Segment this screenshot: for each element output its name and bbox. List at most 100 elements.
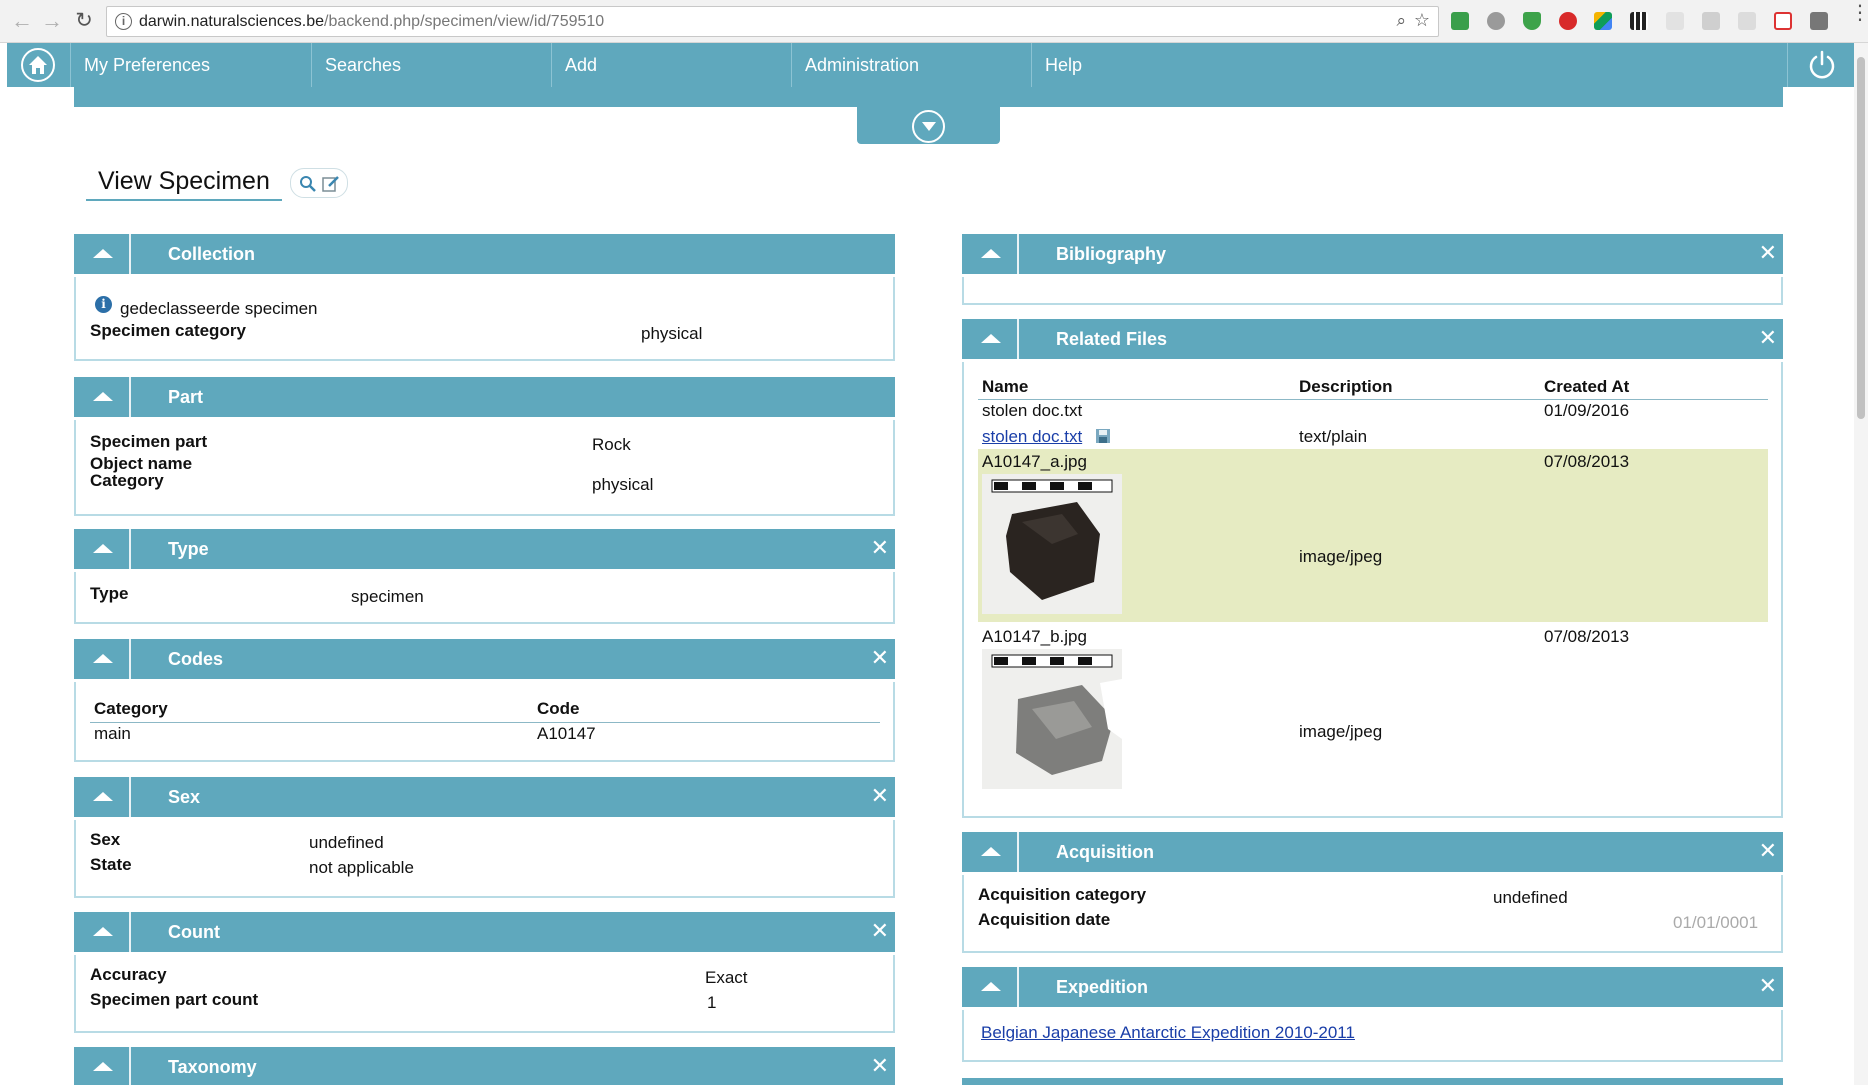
main-navigation: My Preferences Searches Add Administrati…	[7, 43, 1855, 87]
comment-icon[interactable]	[1702, 12, 1720, 30]
type-widget: Type ✕ Type specimen	[74, 529, 895, 624]
widget-title: Sex	[168, 787, 201, 807]
widget-title: Related Files	[1056, 329, 1168, 349]
type-widget-body: Type specimen	[74, 572, 895, 624]
part-count-label: Specimen part count	[90, 990, 259, 1009]
drive-icon[interactable]	[1594, 12, 1612, 30]
record-actions	[290, 168, 348, 198]
sex-label: Sex	[90, 830, 121, 849]
bookmark-star-icon[interactable]: ☆	[1414, 10, 1430, 31]
address-bar[interactable]: i darwin.naturalsciences.be/backend.php/…	[106, 6, 1439, 37]
state-label: State	[90, 855, 132, 874]
extension-icon[interactable]	[1810, 12, 1828, 30]
file-created-cell: 07/08/2013	[1544, 627, 1630, 646]
collapse-triangle-up-icon[interactable]	[74, 777, 131, 817]
part-widget-header: Part	[74, 377, 895, 417]
url-path: /backend.php/specimen/view/id/759510	[324, 13, 605, 30]
search-icon[interactable]	[299, 175, 317, 193]
collapse-triangle-up-icon[interactable]	[74, 639, 131, 679]
rock-photo	[982, 649, 1122, 789]
page-scrollbar[interactable]	[1854, 43, 1868, 1085]
expedition-widget-body: Belgian Japanese Antarctic Expedition 20…	[962, 1010, 1783, 1062]
menu-help[interactable]: Help	[1032, 43, 1787, 87]
category-label: Category	[90, 471, 164, 490]
info-icon[interactable]: i	[95, 296, 112, 313]
extension-icon[interactable]	[1487, 12, 1505, 30]
home-button[interactable]	[7, 43, 71, 87]
sex-widget-header: Sex ✕	[74, 777, 895, 817]
zoom-icon[interactable]: ⌕	[1396, 11, 1406, 31]
adblock-icon[interactable]	[1559, 12, 1577, 30]
document-icon[interactable]	[1738, 12, 1756, 30]
acquisition-widget-body: Acquisition category undefined Acquisiti…	[962, 875, 1783, 953]
collapse-triangle-up-icon[interactable]	[74, 529, 131, 569]
state-value: not applicable	[309, 858, 414, 877]
collection-widget-body: i gedeclasseerde specimen Specimen categ…	[74, 277, 895, 361]
browser-toolbar: ← → ↻ i darwin.naturalsciences.be/backen…	[0, 0, 1868, 43]
menu-searches[interactable]: Searches	[312, 43, 552, 87]
collapse-triangle-up-icon[interactable]	[962, 967, 1019, 1007]
browser-menu-icon[interactable]: ⋮	[1850, 3, 1868, 23]
part-count-value: 1	[707, 993, 717, 1012]
chart-extension-icon[interactable]	[1774, 12, 1792, 30]
scrollbar-thumb[interactable]	[1857, 57, 1865, 419]
extension-icon[interactable]	[1451, 12, 1469, 30]
menu-add[interactable]: Add	[552, 43, 792, 87]
shield-extension-icon[interactable]	[1523, 12, 1541, 30]
acquisition-category-label: Acquisition category	[978, 885, 1147, 904]
collection-widget-header: Collection	[74, 234, 895, 274]
extension-icon[interactable]	[1666, 12, 1684, 30]
forward-arrow-icon[interactable]: →	[40, 9, 64, 33]
codes-header-category: Category	[94, 699, 168, 718]
collapse-triangle-up-icon[interactable]	[962, 234, 1019, 274]
reload-icon[interactable]: ↻	[72, 9, 96, 33]
edit-icon[interactable]	[322, 175, 340, 193]
close-icon[interactable]: ✕	[871, 646, 889, 670]
file-description-cell: image/jpeg	[1299, 722, 1383, 741]
expedition-link[interactable]: Belgian Japanese Antarctic Expedition 20…	[981, 1023, 1355, 1043]
collapse-triangle-up-icon[interactable]	[74, 1047, 131, 1085]
expand-menu-button[interactable]	[857, 107, 1000, 144]
collapse-triangle-up-icon[interactable]	[962, 832, 1019, 872]
close-icon[interactable]: ✕	[1759, 974, 1777, 998]
codes-widget-body: Category Code main A10147	[74, 682, 895, 762]
codes-header-code: Code	[537, 699, 580, 718]
site-info-icon[interactable]: i	[115, 13, 132, 30]
close-icon[interactable]: ✕	[1759, 839, 1777, 863]
logout-button[interactable]	[1787, 43, 1855, 87]
next-widget-header	[962, 1078, 1783, 1085]
file-name-cell: stolen doc.txt	[982, 401, 1083, 420]
collapse-triangle-up-icon[interactable]	[74, 377, 131, 417]
close-icon[interactable]: ✕	[1759, 241, 1777, 265]
back-arrow-icon[interactable]: ←	[10, 9, 34, 33]
codes-widget-header: Codes ✕	[74, 639, 895, 679]
collapse-triangle-up-icon[interactable]	[74, 234, 131, 274]
related-files-widget-header: Related Files ✕	[962, 319, 1783, 359]
files-header-description: Description	[1299, 377, 1393, 396]
collapse-triangle-up-icon[interactable]	[74, 912, 131, 952]
close-icon[interactable]: ✕	[871, 784, 889, 808]
bibliography-widget: Bibliography ✕	[962, 234, 1783, 305]
save-icon[interactable]	[1095, 428, 1111, 444]
rock-photo	[982, 474, 1122, 614]
accuracy-label: Accuracy	[90, 965, 167, 984]
collection-widget: Collection i gedeclasseerde specimen Spe…	[74, 234, 895, 361]
count-widget-header: Count ✕	[74, 912, 895, 952]
close-icon[interactable]: ✕	[871, 919, 889, 943]
widget-title: Part	[168, 387, 204, 407]
specimen-image-thumbnail[interactable]	[982, 649, 1122, 789]
apps-grid-icon[interactable]	[1630, 12, 1648, 30]
close-icon[interactable]: ✕	[871, 1054, 889, 1078]
collapse-triangle-up-icon[interactable]	[962, 319, 1019, 359]
close-icon[interactable]: ✕	[1759, 326, 1777, 350]
count-widget: Count ✕ Accuracy Exact Specimen part cou…	[74, 912, 895, 1033]
page-title: View Specimen	[86, 165, 282, 201]
specimen-image-thumbnail[interactable]	[982, 474, 1122, 614]
specimen-part-label: Specimen part	[90, 432, 208, 451]
close-icon[interactable]: ✕	[871, 536, 889, 560]
menu-my-preferences[interactable]: My Preferences	[71, 43, 312, 87]
file-download-link[interactable]: stolen doc.txt	[982, 427, 1082, 447]
menu-administration[interactable]: Administration	[792, 43, 1032, 87]
header-divider	[978, 399, 1768, 400]
type-label: Type	[90, 584, 129, 603]
